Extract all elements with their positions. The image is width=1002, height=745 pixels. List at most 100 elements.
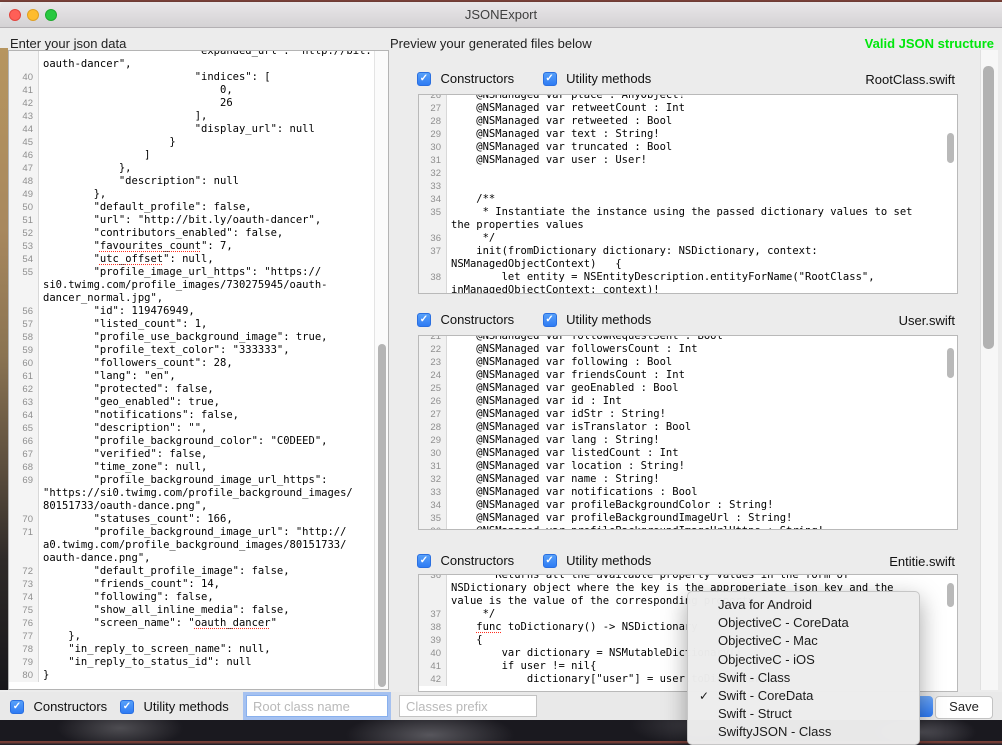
line-number: 37 [419,608,447,621]
line-number: 27 [419,102,447,115]
code-line: 44 "display_url": null [9,123,375,136]
code-text: @NSManaged var profileBackgroundImageUrl… [447,525,824,530]
code-text: { [447,634,483,647]
menu-item[interactable]: ObjectiveC - CoreData [688,614,919,632]
utility-methods-label: Utility methods [566,71,651,86]
code-line: 25 @NSManaged var geoEnabled : Bool [419,382,957,395]
code-scrollbar-thumb[interactable] [947,348,954,378]
code-text: @NSManaged var retweetCount : Int [447,102,685,115]
line-number: 30 [419,141,447,154]
save-button[interactable]: Save [935,696,993,719]
constructors-checkbox[interactable]: ✓ [417,554,431,568]
misspelled-word: func [476,621,501,633]
line-number: 30 [419,447,447,460]
code-line: 50 "default_profile": false, [9,201,375,214]
code-text: init(fromDictionary dictionary: NSDictio… [447,245,818,258]
code-line: oauth-dancer", [9,58,375,71]
utility-methods-checkbox-group[interactable]: ✓ Utility methods [543,311,652,329]
constructors-checkbox[interactable]: ✓ [417,72,431,86]
code-line: 35 @NSManaged var profileBackgroundImage… [419,512,957,525]
line-number: 60 [9,357,39,370]
code-text: 26 [39,97,233,110]
line-number: 28 [419,115,447,128]
code-text: oauth-dance.png", [39,552,150,565]
code-text: @NSManaged var followersCount : Int [447,343,698,356]
code-text: @NSManaged var lang : String! [447,434,660,447]
constructors-checkbox-group[interactable]: ✓ Constructors [10,698,107,716]
line-number: 53 [9,240,39,253]
code-preview-user[interactable]: 21 @NSManaged var followRequestSent : Bo… [418,335,958,530]
code-line: 73 "friends_count": 14, [9,578,375,591]
line-number [419,258,447,271]
code-line: 36 * Returns all the available property … [419,574,957,582]
utility-methods-checkbox[interactable]: ✓ [543,72,557,86]
line-number: 39 [419,634,447,647]
utility-methods-checkbox[interactable]: ✓ [543,313,557,327]
constructors-checkbox[interactable]: ✓ [417,313,431,327]
line-number: 69 [9,474,39,487]
code-preview-rootclass[interactable]: 26 @NSManaged var place : AnyObject!27 @… [418,94,958,294]
line-number: 62 [9,383,39,396]
code-text: "https://si0.twimg.com/profile_backgroun… [39,487,353,500]
code-line: 32 @NSManaged var name : String! [419,473,957,486]
line-number: 52 [9,227,39,240]
constructors-label: Constructors [33,699,107,714]
code-text: "default_profile_image": false, [39,565,290,578]
code-line: 40 "indices": [ [9,71,375,84]
utility-methods-checkbox-group[interactable]: ✓ Utility methods [543,70,652,88]
code-text: "description": "", [39,422,207,435]
code-text: * Instantiate the instance using the pas… [447,206,912,219]
code-line: 53 "favourites_count": 7, [9,240,375,253]
menu-item[interactable]: Swift - Class [688,669,919,687]
line-number: 77 [9,630,39,643]
root-class-name-input[interactable] [246,695,388,717]
menu-item[interactable]: ObjectiveC - iOS [688,651,919,669]
menu-item[interactable]: Java for Android [688,596,919,614]
code-line: 37 init(fromDictionary dictionary: NSDic… [419,245,957,258]
code-text: NSManagedObjectContext) { [447,258,622,271]
menu-item[interactable]: Swift - Struct [688,705,919,723]
line-number: 35 [419,206,447,219]
json-editor-scrollbar-thumb[interactable] [378,344,386,687]
utility-methods-checkbox[interactable]: ✓ [120,700,134,714]
line-number: 70 [9,513,39,526]
menu-item[interactable]: SwiftyJSON - Class [688,723,919,741]
constructors-checkbox[interactable]: ✓ [10,700,24,714]
json-editor[interactable]: "expanded_url": "http://bit.ly/oauth-dan… [8,50,389,690]
code-line: 29 @NSManaged var lang : String! [419,434,957,447]
constructors-checkbox-group[interactable]: ✓ Constructors [417,552,514,570]
code-line: 61 "lang": "en", [9,370,375,383]
line-number: 79 [9,656,39,669]
code-text: @NSManaged var retweeted : Bool [447,115,672,128]
menu-item[interactable]: ObjectiveC - Mac [688,632,919,650]
desktop: { "window": { "title": "JSONExport" }, "… [0,0,1002,741]
code-line: 26 @NSManaged var id : Int [419,395,957,408]
line-number: 31 [419,460,447,473]
menu-item[interactable]: ✓Swift - CoreData [688,687,919,705]
classes-prefix-input[interactable] [399,695,537,717]
code-text: @NSManaged var following : Bool [447,356,672,369]
language-popup-button[interactable] [919,696,933,717]
json-editor-scrollbar[interactable] [374,51,388,689]
preview-pane-scrollbar-thumb[interactable] [983,66,994,349]
code-scrollbar-thumb[interactable] [947,133,954,163]
code-text: */ [447,232,495,245]
code-text: "notifications": false, [39,409,239,422]
code-text: "utc_offset": null, [39,253,214,266]
utility-methods-checkbox-group[interactable]: ✓ Utility methods [120,698,229,716]
line-number: 47 [9,162,39,175]
utility-methods-checkbox-group[interactable]: ✓ Utility methods [543,552,652,570]
code-line: si0.twimg.com/profile_images/730275945/o… [9,279,375,292]
code-text: "profile_text_color": "333333", [39,344,290,357]
code-line: 22 @NSManaged var followersCount : Int [419,343,957,356]
line-number: 36 [419,232,447,245]
code-line: 77 }, [9,630,375,643]
code-line: 48 "description": null [9,175,375,188]
line-number: 41 [419,660,447,673]
constructors-checkbox-group[interactable]: ✓ Constructors [417,311,514,329]
constructors-checkbox-group[interactable]: ✓ Constructors [417,70,514,88]
code-scrollbar-thumb[interactable] [947,583,954,607]
code-text: "description": null [39,175,239,188]
code-text: if user != nil{ [447,660,596,673]
utility-methods-checkbox[interactable]: ✓ [543,554,557,568]
